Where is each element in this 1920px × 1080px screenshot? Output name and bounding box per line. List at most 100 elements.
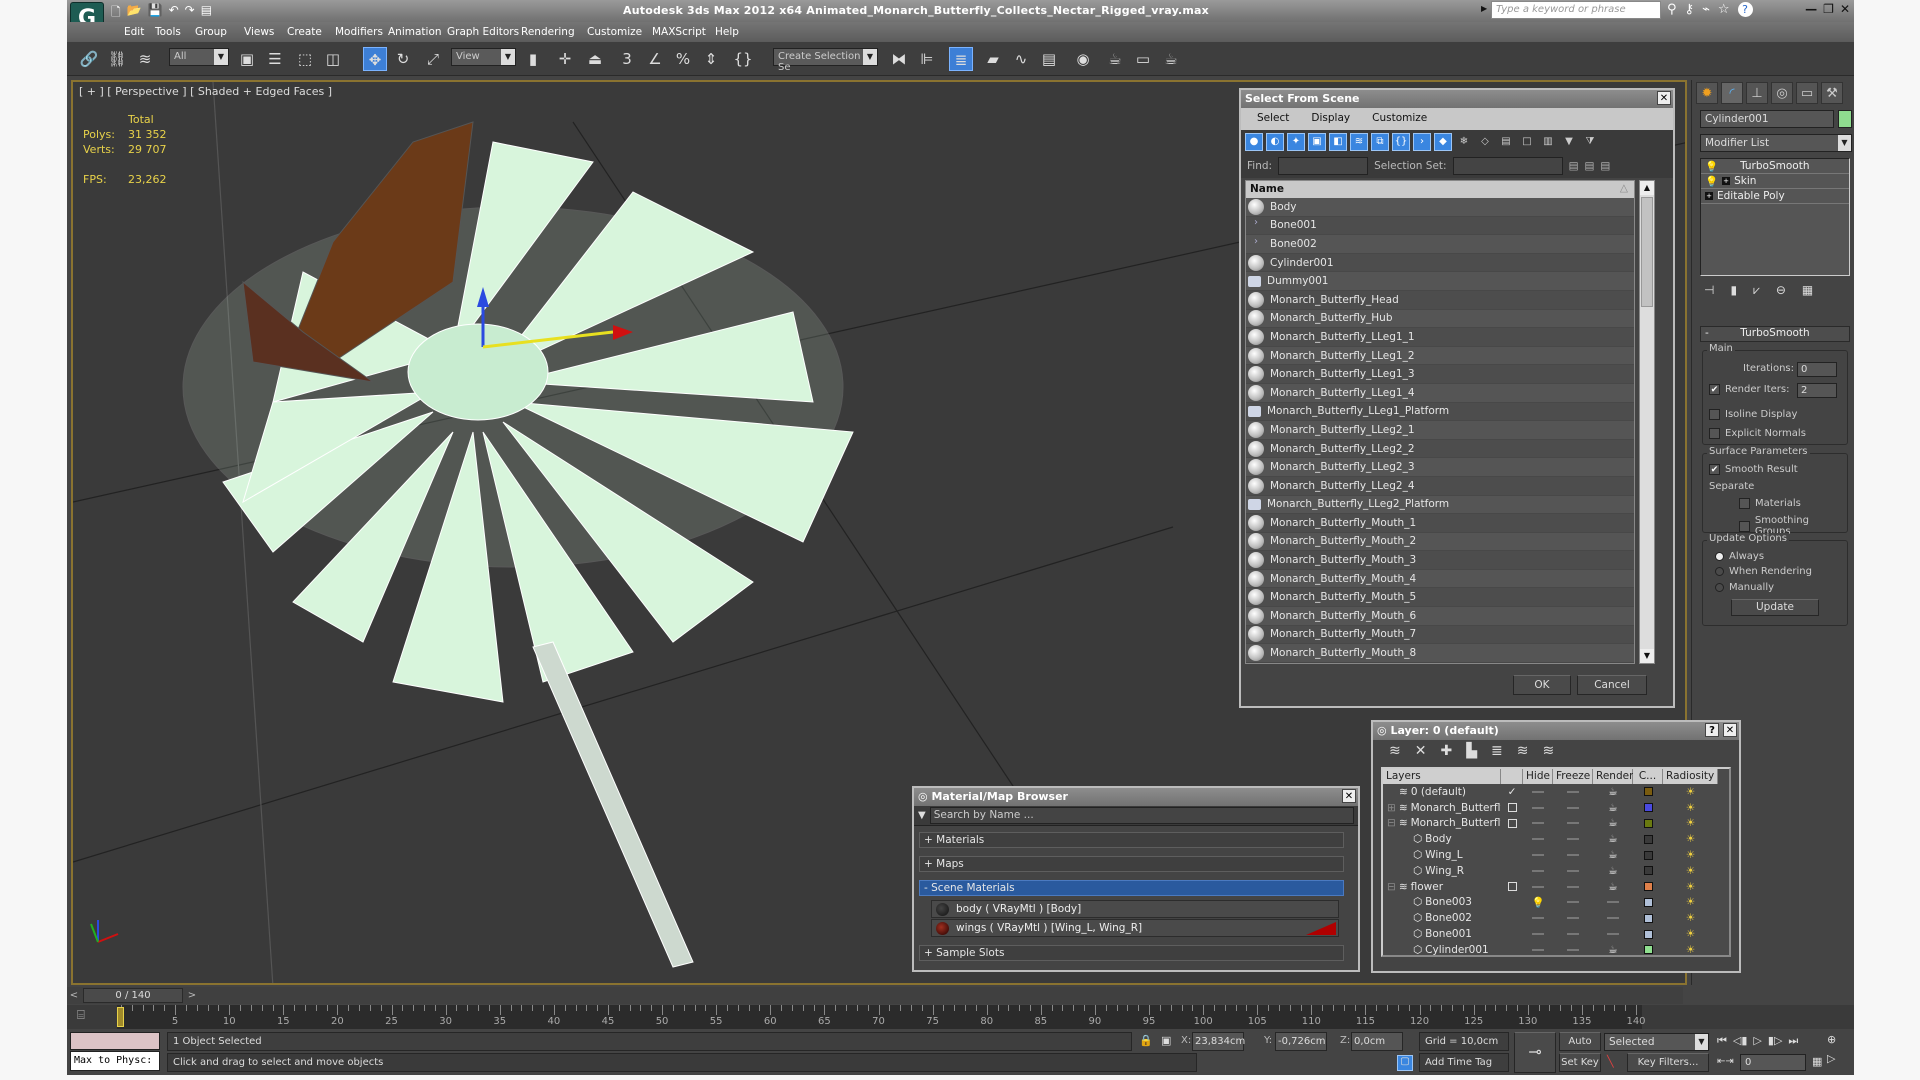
render-iters-checkbox[interactable]: ✔ Render Iters: — [1709, 384, 1790, 395]
cameras-filter-icon[interactable]: ▣ — [1308, 133, 1326, 151]
star-icon[interactable]: ☆ — [1718, 2, 1730, 17]
menu-maxscript[interactable]: MAXScript — [652, 26, 706, 38]
object-list-item[interactable]: Monarch_Butterfly_Mouth_8 — [1246, 644, 1634, 663]
hide-toggle[interactable] — [1523, 838, 1553, 841]
layer-row[interactable]: ⊟ ≋ flower ☕ ☀ — [1383, 879, 1729, 895]
freeze-toggle[interactable] — [1553, 806, 1593, 809]
z-coordinate-field[interactable]: 0,0cm — [1351, 1032, 1403, 1051]
select-and-move-icon[interactable]: ✥ — [363, 47, 387, 71]
menu-rendering[interactable]: Rendering — [521, 26, 575, 38]
utilities-tab-icon[interactable]: ⚒ — [1821, 82, 1843, 104]
current-frame-field[interactable]: 0 — [1740, 1054, 1806, 1071]
edit-named-selection-icon[interactable]: {} — [731, 47, 755, 71]
groups-filter-icon[interactable]: ⧉ — [1371, 133, 1389, 151]
menu-graph-editors[interactable]: Graph Editors — [447, 26, 519, 38]
object-list-item[interactable]: Monarch_Butterfly_LLeg1_1 — [1246, 328, 1634, 347]
current-layer-toggle[interactable]: ✓ — [1501, 786, 1523, 798]
layer-color-swatch[interactable] — [1633, 945, 1663, 955]
radiosity-icon[interactable]: ☀ — [1663, 928, 1718, 940]
options-menu-icon[interactable]: ▼ — [918, 810, 926, 821]
freeze-unfreeze-all-icon[interactable]: ≋ — [1542, 743, 1554, 761]
column-hide[interactable]: Hide — [1523, 769, 1553, 784]
display-tab-icon[interactable]: ▭ — [1796, 82, 1818, 104]
close-icon[interactable]: ✕ — [1657, 91, 1671, 105]
radiosity-icon[interactable]: ☀ — [1663, 896, 1718, 908]
angle-snap-icon[interactable]: ∠ — [643, 47, 667, 71]
scroll-down-icon[interactable]: ▼ — [1640, 649, 1654, 663]
current-frame-marker[interactable] — [117, 1007, 124, 1027]
configure-modifier-sets-icon[interactable]: ▦ — [1802, 283, 1813, 298]
frozen-objects-icon[interactable]: ❄ — [1455, 133, 1473, 151]
object-list-item[interactable]: Monarch_Butterfly_LLeg2_3 — [1246, 458, 1634, 477]
mini-curve-editor-icon[interactable]: ⌸ — [77, 1008, 85, 1023]
geometry-filter-icon[interactable]: ● — [1245, 133, 1263, 151]
restore-icon[interactable]: ❐ — [1823, 2, 1834, 16]
expand-arrow-icon[interactable]: ▶ — [1481, 4, 1487, 13]
containers-filter-icon[interactable]: ◆ — [1434, 133, 1452, 151]
hide-toggle[interactable] — [1523, 869, 1553, 872]
when-rendering-radio[interactable]: When Rendering — [1715, 566, 1812, 577]
add-to-selection-set-icon[interactable]: ▤ — [1585, 160, 1595, 172]
motion-tab-icon[interactable]: ◎ — [1771, 82, 1793, 104]
current-layer-toggle[interactable] — [1501, 803, 1523, 813]
x-coordinate-field[interactable]: 23,834cm — [1192, 1032, 1245, 1051]
object-list-item[interactable]: Monarch_Butterfly_LLeg1_4 — [1246, 383, 1634, 403]
undo-icon[interactable]: ↶ — [169, 3, 179, 24]
freeze-toggle[interactable] — [1553, 948, 1593, 951]
menu-customize[interactable]: Customize — [1372, 112, 1427, 126]
modify-tab-icon[interactable]: ◜ — [1721, 82, 1743, 104]
menu-customize[interactable]: Customize — [587, 26, 642, 38]
keyboard-shortcut-override-icon[interactable]: ⏏ — [583, 47, 607, 71]
material-editor-icon[interactable]: ◉ — [1071, 47, 1095, 71]
column-layers[interactable]: Layers — [1383, 769, 1501, 784]
render-toggle[interactable]: ☕ — [1593, 786, 1633, 798]
freeze-toggle[interactable] — [1553, 901, 1593, 904]
expand-icon[interactable]: + — [1705, 192, 1713, 200]
hide-toggle[interactable] — [1523, 885, 1553, 888]
object-list-item[interactable]: Monarch_Butterfly_Mouth_7 — [1246, 625, 1634, 645]
time-tag-icon[interactable]: ▢ — [1397, 1055, 1413, 1071]
expand-icon[interactable]: + — [1722, 177, 1731, 185]
bones-filter-icon[interactable]: › — [1413, 133, 1431, 151]
set-keys-icon[interactable]: ⊸ — [1514, 1032, 1556, 1073]
next-key-icon[interactable]: ▮▷ — [1768, 1034, 1783, 1048]
object-list-item[interactable]: Monarch_Butterfly_Mouth_4 — [1246, 569, 1634, 589]
binoculars-icon[interactable]: ⚲ — [1667, 2, 1677, 17]
render-toggle[interactable] — [1593, 917, 1633, 920]
auto-key-button[interactable]: Auto Key — [1559, 1032, 1601, 1064]
hide-toggle[interactable] — [1523, 933, 1553, 936]
manipulate-icon[interactable]: ✛ — [553, 47, 577, 71]
radiosity-icon[interactable]: ☀ — [1663, 944, 1718, 956]
layer-color-swatch[interactable] — [1633, 787, 1663, 797]
category-sample-slots[interactable]: + Sample Slots — [919, 945, 1344, 961]
layer-row[interactable]: ⊟≋Monarch_Butterfly_ ☕ ☀ — [1383, 816, 1729, 832]
window-crossing-icon[interactable]: ◫ — [321, 47, 345, 71]
always-radio[interactable]: Always — [1715, 551, 1764, 562]
open-file-icon[interactable]: 📂 — [127, 3, 142, 24]
redo-icon[interactable]: ↷ — [185, 3, 195, 24]
mirror-icon[interactable]: ⧓ — [887, 47, 911, 71]
time-slider[interactable]: < 0 / 140 > — [67, 987, 1683, 1004]
render-toggle[interactable]: ☕ — [1593, 944, 1633, 956]
layer-manager-icon[interactable]: ≣ — [949, 47, 973, 71]
stack-item-editable-poly[interactable]: + Editable Poly — [1701, 189, 1849, 204]
lock-selection-icon[interactable]: 🔒 — [1139, 1034, 1153, 1047]
menu-edit[interactable]: Edit — [124, 26, 144, 38]
save-icon[interactable]: 💾 — [148, 3, 163, 24]
layer-color-swatch[interactable] — [1633, 803, 1663, 813]
find-input[interactable] — [1278, 157, 1369, 175]
radiosity-icon[interactable]: ☀ — [1663, 833, 1718, 845]
object-list-item[interactable]: Body — [1246, 198, 1634, 217]
add-to-layer-icon[interactable]: ✚ — [1440, 743, 1452, 761]
object-color-swatch[interactable] — [1838, 110, 1852, 128]
reference-coordinate-dropdown[interactable]: View ▼ — [451, 48, 516, 66]
layer-row[interactable]: ≋ 0 (default) ✓ ☕ ☀ — [1383, 784, 1729, 800]
time-configuration-icon[interactable]: ▦ — [1812, 1055, 1822, 1068]
project-folder-icon[interactable]: ▤ — [201, 3, 212, 24]
object-list-item[interactable]: Monarch_Butterfly_Mouth_1 — [1246, 514, 1634, 533]
xrefs-filter-icon[interactable]: {} — [1392, 133, 1410, 151]
freeze-toggle[interactable] — [1553, 790, 1593, 793]
align-icon[interactable]: ⊫ — [915, 47, 939, 71]
create-tab-icon[interactable]: ✹ — [1696, 82, 1718, 104]
close-icon[interactable]: ✕ — [1723, 723, 1737, 737]
